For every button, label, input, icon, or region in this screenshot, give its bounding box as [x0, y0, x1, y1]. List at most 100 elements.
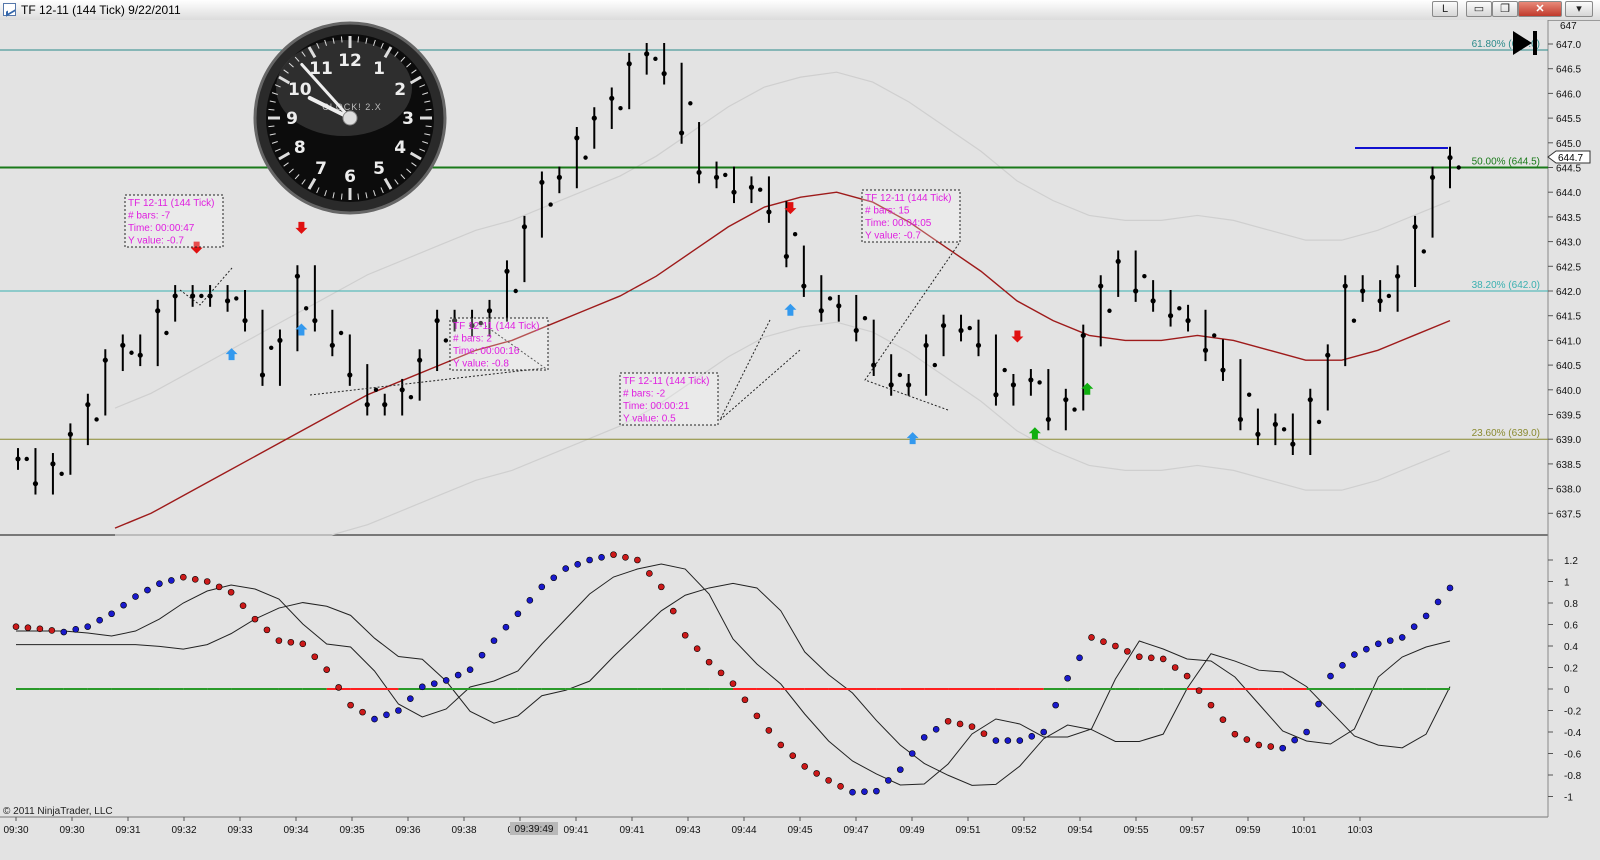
- oscillator-dot: [191, 576, 199, 583]
- time-tick-label: 09:30: [59, 825, 84, 836]
- time-tick-label: 09:44: [731, 825, 756, 836]
- price-bar-close-dot: [993, 392, 999, 398]
- oscillator-dot: [1112, 642, 1119, 650]
- time-cursor-label: 09:39:49: [515, 824, 554, 835]
- price-bar-close-dot: [1115, 258, 1121, 264]
- price-bar-close-dot: [1237, 416, 1244, 423]
- oscillator-dot: [1243, 736, 1251, 743]
- oscillator-dot: [1016, 737, 1024, 744]
- price-top-label: 647: [1560, 21, 1577, 32]
- oscillator-dot: [1004, 737, 1012, 744]
- time-tick-label: 09:43: [675, 825, 700, 836]
- oscillator-dot: [168, 577, 175, 584]
- oscillator-dot: [896, 766, 904, 773]
- price-bar-close-dot: [382, 402, 388, 408]
- oscillator-dot: [849, 788, 856, 796]
- oscillator-dot: [586, 556, 593, 564]
- oscillator-panel[interactable]: [0, 537, 1548, 817]
- time-tick-label: 09:38: [451, 825, 476, 836]
- oscillator-dot: [335, 684, 342, 691]
- ruler-text-line: Y value: -0.7: [865, 231, 921, 242]
- clock-tick: [425, 108, 432, 111]
- price-bar-open-dot: [164, 330, 169, 336]
- price-bar-close-dot: [958, 327, 964, 334]
- price-bar-close-dot: [783, 253, 789, 260]
- price-bar-close-dot: [1447, 155, 1453, 161]
- oscillator-dot: [144, 586, 151, 594]
- clock-tick: [357, 193, 360, 200]
- price-bar-open-dot: [1212, 333, 1217, 338]
- price-bar-close-dot: [67, 431, 73, 437]
- price-bar-close-dot: [1167, 313, 1174, 319]
- price-tick-label: 640.5: [1556, 361, 1581, 372]
- price-bar-close-dot: [50, 461, 56, 467]
- time-tick-label: 09:33: [227, 825, 252, 836]
- oscillator-dot: [1363, 645, 1370, 653]
- price-bar-close-dot: [102, 357, 108, 363]
- clock-widget[interactable]: 1234567891011 12 CLOCK! 2.X: [253, 21, 447, 215]
- time-tick-label: 09:51: [955, 825, 980, 836]
- time-tick-label: 09:34: [283, 825, 308, 836]
- link-button[interactable]: L: [1432, 1, 1458, 17]
- oscillator-dot: [48, 627, 56, 634]
- oscillator-dot: [371, 715, 378, 723]
- price-tick-label: 640.0: [1556, 386, 1581, 397]
- price-bar-close-dot: [644, 51, 650, 57]
- close-button[interactable]: ✕: [1518, 1, 1562, 17]
- price-bar-close-dot: [347, 372, 353, 378]
- price-bar-close-dot: [661, 71, 667, 77]
- price-tick-label: 638.0: [1556, 485, 1581, 496]
- time-tick-label: 09:52: [1011, 825, 1036, 836]
- menu-dropdown-icon[interactable]: ▾: [1565, 1, 1593, 17]
- oscillator-dot: [108, 610, 115, 618]
- price-bar-open-dot: [862, 315, 868, 321]
- price-tick-label: 644.5: [1556, 164, 1581, 175]
- clock-tick: [268, 108, 275, 111]
- osc-tick-label: 1: [1564, 578, 1570, 589]
- chart-canvas[interactable]: 61.80% (647.0) 50.00% (644.5) 38.20% (642.…: [0, 20, 1600, 860]
- price-bar-close-dot: [277, 337, 283, 343]
- price-bar-close-dot: [504, 268, 510, 274]
- price-bar-open-dot: [1037, 380, 1042, 385]
- ruler-text-line: Y value: 0.5: [623, 414, 676, 425]
- oscillator-dot: [96, 616, 103, 624]
- oscillator-dot: [1339, 662, 1346, 669]
- oscillator-dot: [84, 623, 91, 630]
- price-bar-open-dot: [373, 387, 379, 392]
- price-tick-label: 641.5: [1556, 312, 1581, 323]
- clock-numeral: 7: [315, 159, 327, 179]
- price-bar-open-dot: [24, 456, 29, 462]
- price-bar-close-dot: [1342, 283, 1348, 289]
- price-bar-open-dot: [129, 350, 134, 355]
- price-bar-close-dot: [120, 342, 126, 348]
- oscillator-dot: [1124, 648, 1131, 655]
- price-bar-open-dot: [548, 202, 553, 207]
- price-bar-open-dot: [757, 187, 763, 192]
- oscillator-dot: [610, 551, 617, 558]
- oscillator-dot: [646, 570, 653, 577]
- price-bar-open-dot: [59, 471, 64, 476]
- price-tick-label: 644.0: [1556, 188, 1581, 199]
- price-bar-open-dot: [1351, 318, 1357, 323]
- price-bar-open-dot: [618, 106, 623, 111]
- oscillator-dot: [968, 723, 976, 730]
- ruler-text-line: TF 12-11 (144 Tick): [128, 198, 215, 209]
- oscillator-dot: [1410, 623, 1418, 630]
- restore-button[interactable]: ❐: [1492, 1, 1518, 17]
- price-bar-open-dot: [653, 56, 658, 62]
- oscillator-dot: [418, 683, 426, 691]
- time-tick-label: 10:03: [1347, 825, 1372, 836]
- minimize-button[interactable]: ▭: [1466, 1, 1492, 17]
- oscillator-dot: [825, 777, 832, 784]
- oscillator-dot: [60, 628, 68, 636]
- ruler-text-line: # bars: 15: [865, 206, 910, 217]
- price-bar-close-dot: [940, 322, 947, 329]
- oscillator-dot: [777, 741, 785, 749]
- oscillator-dot: [251, 615, 259, 623]
- price-panel[interactable]: [0, 20, 1548, 535]
- clock-tick: [425, 125, 432, 128]
- oscillator-dot: [873, 787, 880, 795]
- copyright-text: © 2011 NinjaTrader, LLC: [3, 806, 113, 817]
- oscillator-dot: [1207, 701, 1215, 709]
- price-bar-close-dot: [1045, 416, 1051, 423]
